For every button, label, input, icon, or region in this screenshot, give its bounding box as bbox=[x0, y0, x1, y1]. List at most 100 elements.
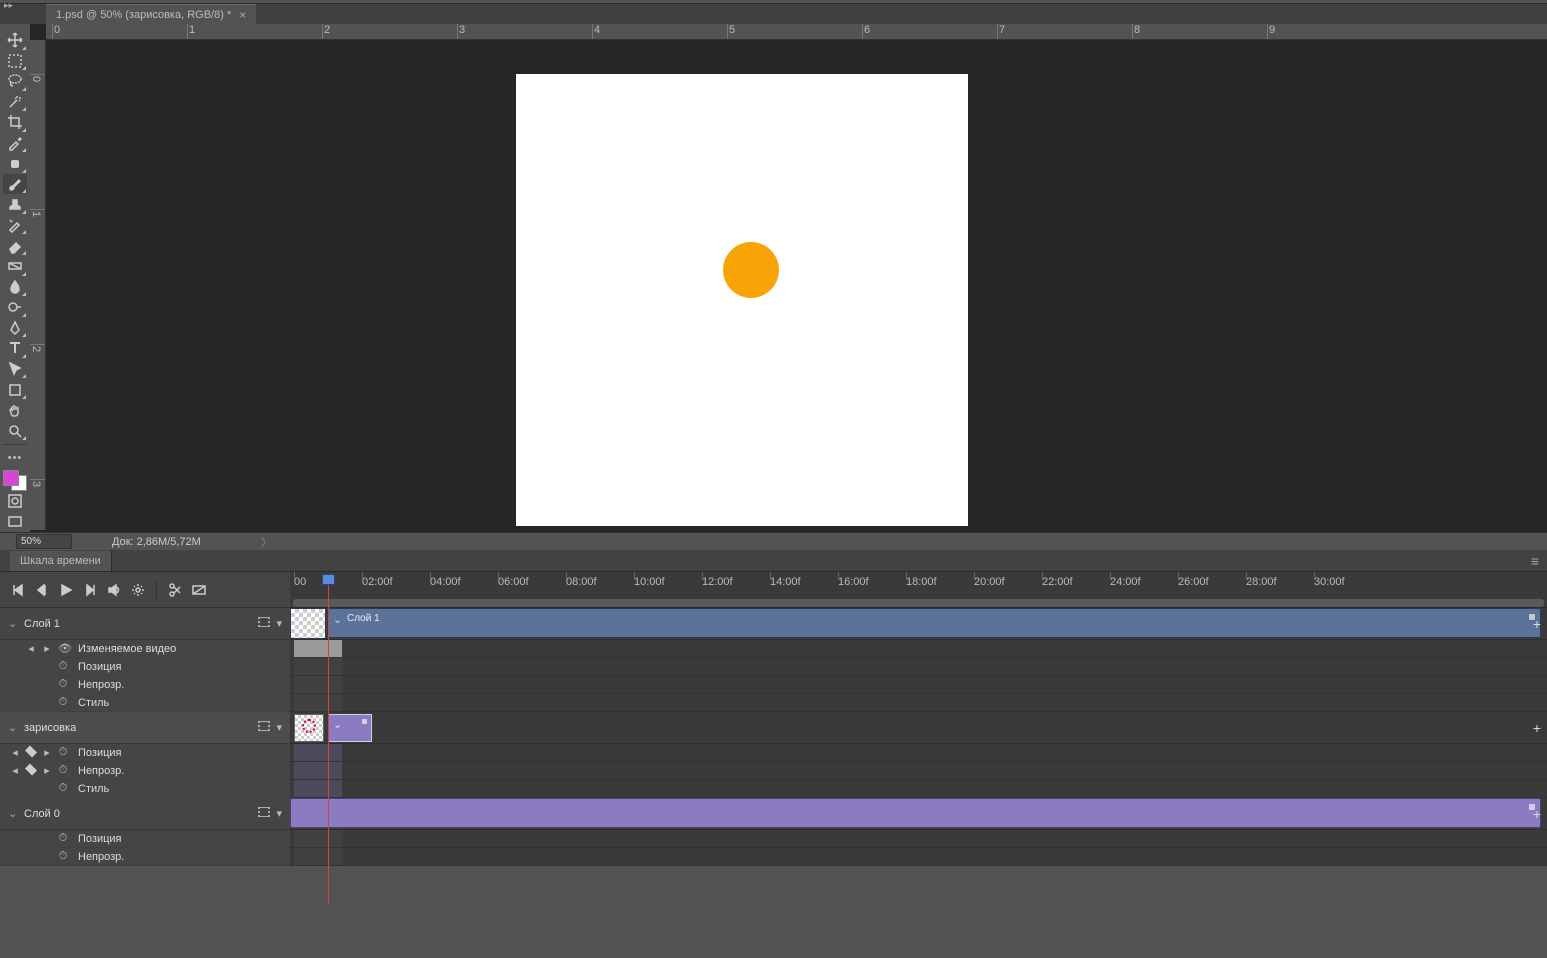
stopwatch-icon[interactable]: ⏱ bbox=[58, 764, 68, 777]
clip-layer0[interactable] bbox=[290, 798, 1541, 828]
heal-tool[interactable] bbox=[3, 153, 27, 174]
horizontal-ruler[interactable]: 0 1 2 3 4 5 6 7 8 9 bbox=[46, 24, 1547, 40]
stopwatch-icon[interactable]: ⏱ bbox=[58, 660, 68, 673]
screenmode-tool[interactable] bbox=[3, 511, 27, 532]
clip-lane-layer1[interactable]: ⌄ Слой 1 + bbox=[290, 608, 1547, 640]
lasso-tool[interactable] bbox=[3, 71, 27, 92]
gradient-tool[interactable] bbox=[3, 256, 27, 277]
sublane[interactable] bbox=[290, 762, 1547, 780]
clip-layer1[interactable]: ⌄ Слой 1 bbox=[328, 608, 1541, 638]
move-tool[interactable] bbox=[3, 30, 27, 51]
add-key-icon[interactable] bbox=[26, 746, 36, 759]
sublane[interactable] bbox=[290, 640, 1547, 658]
canvas-viewport[interactable] bbox=[46, 40, 1547, 532]
workarea-bar[interactable] bbox=[293, 599, 1544, 607]
timeline-panel-tab[interactable]: Шкала времени bbox=[10, 551, 112, 571]
path-select-tool[interactable] bbox=[3, 359, 27, 380]
filmstrip-icon[interactable] bbox=[258, 807, 270, 817]
document-tab[interactable]: 1.psd @ 50% (зарисовка, RGB/8) * × bbox=[46, 4, 256, 24]
clip-lane-sketch[interactable]: ⌄ + bbox=[290, 712, 1547, 744]
status-arrow-icon[interactable]: 〉 bbox=[261, 534, 272, 550]
prev-frame-button[interactable] bbox=[32, 580, 52, 600]
track-header-layer0[interactable]: ⌄ Слой 0 ▾ bbox=[0, 798, 290, 830]
sublane[interactable] bbox=[290, 744, 1547, 762]
eraser-tool[interactable] bbox=[3, 235, 27, 256]
clip-lane-layer0[interactable]: + bbox=[290, 798, 1547, 830]
sublane[interactable] bbox=[290, 848, 1547, 866]
brush-tool[interactable] bbox=[3, 174, 27, 195]
sublane[interactable] bbox=[290, 694, 1547, 712]
panel-menu-icon[interactable]: ≡ bbox=[1531, 553, 1539, 569]
transition-button[interactable] bbox=[189, 580, 209, 600]
stopwatch-icon[interactable]: ⏱ bbox=[58, 696, 68, 709]
playback-controls bbox=[0, 572, 290, 608]
add-key-icon[interactable] bbox=[26, 764, 36, 777]
history-brush-tool[interactable] bbox=[3, 215, 27, 236]
ruler-tick: 5 bbox=[727, 24, 735, 36]
settings-button[interactable] bbox=[128, 580, 148, 600]
prev-key-icon[interactable]: ◂ bbox=[10, 746, 20, 759]
pen-tool[interactable] bbox=[3, 318, 27, 339]
first-frame-button[interactable] bbox=[8, 580, 28, 600]
hand-tool[interactable] bbox=[3, 400, 27, 421]
type-tool[interactable] bbox=[3, 338, 27, 359]
dodge-tool[interactable] bbox=[3, 297, 27, 318]
next-key-icon[interactable]: ▸ bbox=[42, 642, 52, 655]
eyedropper-tool[interactable] bbox=[3, 133, 27, 154]
collapse-icon[interactable]: ⌄ bbox=[8, 807, 20, 820]
next-key-icon[interactable]: ▸ bbox=[42, 746, 52, 759]
playhead[interactable] bbox=[322, 574, 335, 905]
quickmask-tool[interactable] bbox=[3, 491, 27, 512]
wand-tool[interactable] bbox=[3, 92, 27, 113]
document-info[interactable]: Док: 2,86M/5,72M bbox=[112, 536, 201, 548]
crop-tool[interactable] bbox=[3, 112, 27, 133]
color-swatches[interactable] bbox=[3, 470, 27, 491]
close-tab-icon[interactable]: × bbox=[239, 8, 246, 22]
next-key-icon[interactable]: ▸ bbox=[42, 764, 52, 777]
sublane[interactable] bbox=[290, 780, 1547, 798]
zoom-input[interactable] bbox=[16, 534, 72, 549]
timeline-lanes[interactable]: 00 02:00f 04:00f 06:00f 08:00f 10:00f 12… bbox=[290, 572, 1547, 866]
prev-key-icon[interactable]: ◂ bbox=[10, 764, 20, 777]
stopwatch-icon[interactable]: ⏱ bbox=[58, 746, 68, 759]
add-clip-button[interactable]: + bbox=[1533, 720, 1541, 736]
track-menu-icon[interactable]: ▾ bbox=[276, 807, 282, 820]
play-button[interactable] bbox=[56, 580, 76, 600]
sublane[interactable] bbox=[290, 830, 1547, 848]
filmstrip-icon[interactable] bbox=[258, 721, 270, 731]
visibility-icon[interactable]: 👁 bbox=[58, 642, 68, 655]
stopwatch-icon[interactable]: ⏱ bbox=[58, 850, 68, 863]
marquee-tool[interactable] bbox=[3, 51, 27, 72]
vertical-ruler[interactable]: 0 1 2 3 bbox=[30, 40, 46, 530]
filmstrip-icon[interactable] bbox=[258, 617, 270, 627]
time-tick: 02:00f bbox=[362, 576, 393, 588]
blur-tool[interactable] bbox=[3, 277, 27, 298]
expand-panels-icon[interactable]: ▸▸ bbox=[4, 0, 13, 11]
time-ruler[interactable]: 00 02:00f 04:00f 06:00f 08:00f 10:00f 12… bbox=[290, 572, 1547, 608]
sublane[interactable] bbox=[290, 676, 1547, 694]
clip-end-marker[interactable] bbox=[361, 718, 368, 725]
add-clip-button[interactable]: + bbox=[1533, 616, 1541, 632]
stopwatch-icon[interactable]: ⏱ bbox=[58, 782, 68, 795]
add-clip-button[interactable]: + bbox=[1533, 806, 1541, 822]
track-header-layer1[interactable]: ⌄ Слой 1 ▾ bbox=[0, 608, 290, 640]
audio-button[interactable] bbox=[104, 580, 124, 600]
stamp-tool[interactable] bbox=[3, 194, 27, 215]
next-frame-button[interactable] bbox=[80, 580, 100, 600]
shape-tool[interactable] bbox=[3, 379, 27, 400]
track-menu-icon[interactable]: ▾ bbox=[276, 617, 282, 630]
stopwatch-icon[interactable]: ⏱ bbox=[58, 832, 68, 845]
playhead-handle[interactable] bbox=[322, 574, 335, 585]
prev-key-icon[interactable]: ◂ bbox=[26, 642, 36, 655]
foreground-color-swatch[interactable] bbox=[3, 470, 19, 486]
stopwatch-icon[interactable]: ⏱ bbox=[58, 678, 68, 691]
sublane[interactable] bbox=[290, 658, 1547, 676]
track-menu-icon[interactable]: ▾ bbox=[276, 721, 282, 734]
collapse-icon[interactable]: ⌄ bbox=[8, 617, 20, 630]
clip-thumb-transparent bbox=[294, 714, 324, 742]
track-header-sketch[interactable]: ⌄ зарисовка ▾ bbox=[0, 712, 290, 744]
edit-toolbar-icon[interactable]: ••• bbox=[3, 448, 27, 469]
zoom-tool[interactable] bbox=[3, 420, 27, 441]
collapse-icon[interactable]: ⌄ bbox=[8, 721, 20, 734]
split-button[interactable] bbox=[165, 580, 185, 600]
